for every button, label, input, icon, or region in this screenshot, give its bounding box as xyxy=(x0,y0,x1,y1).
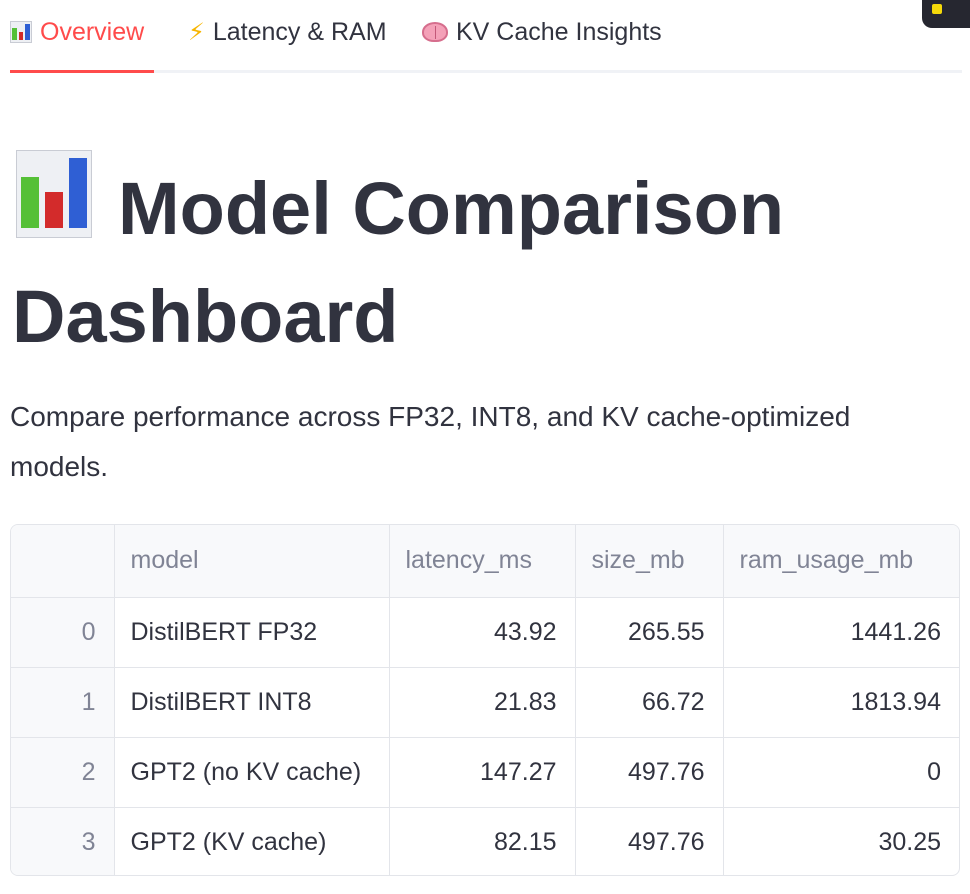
tab-label: Overview xyxy=(40,17,145,46)
table-row: 3 GPT2 (KV cache) 82.15 497.76 30.25 xyxy=(11,807,959,875)
column-header-index[interactable] xyxy=(11,525,115,598)
bar-chart-icon xyxy=(10,21,32,43)
cell-latency[interactable]: 21.83 xyxy=(389,667,576,738)
column-header-size[interactable]: size_mb xyxy=(575,525,724,598)
table-header-row: model latency_ms size_mb ram_usage_mb xyxy=(11,525,959,598)
cell-model[interactable]: DistilBERT FP32 xyxy=(114,597,390,668)
row-index: 2 xyxy=(11,737,115,808)
tab-label: Latency & RAM xyxy=(212,17,387,46)
row-index: 3 xyxy=(11,807,115,875)
cell-ram[interactable]: 1813.94 xyxy=(723,667,959,738)
cell-latency[interactable]: 43.92 xyxy=(389,597,576,668)
dataframe[interactable]: model latency_ms size_mb ram_usage_mb 0 … xyxy=(10,524,960,876)
cell-model[interactable]: GPT2 (no KV cache) xyxy=(114,737,390,808)
page-title: Model Comparison Dashboard xyxy=(12,150,952,371)
column-header-latency[interactable]: latency_ms xyxy=(389,525,576,598)
tab-kv-cache-insights[interactable]: KV Cache Insights xyxy=(422,0,662,64)
tab-overview[interactable]: Overview xyxy=(10,0,144,64)
cell-latency[interactable]: 82.15 xyxy=(389,807,576,875)
cell-size[interactable]: 265.55 xyxy=(575,597,724,668)
cell-ram[interactable]: 30.25 xyxy=(723,807,959,875)
cell-latency[interactable]: 147.27 xyxy=(389,737,576,808)
row-index: 0 xyxy=(11,597,115,668)
active-tab-indicator xyxy=(10,70,154,73)
cell-ram[interactable]: 1441.26 xyxy=(723,597,959,668)
column-header-ram[interactable]: ram_usage_mb xyxy=(723,525,959,598)
cell-model[interactable]: DistilBERT INT8 xyxy=(114,667,390,738)
lightning-bolt-icon: ⚡ xyxy=(188,18,205,46)
cell-model[interactable]: GPT2 (KV cache) xyxy=(114,807,390,875)
cell-ram[interactable]: 0 xyxy=(723,737,959,808)
cell-size[interactable]: 497.76 xyxy=(575,807,724,875)
tab-latency-ram[interactable]: ⚡ Latency & RAM xyxy=(188,0,387,64)
comparison-table: model latency_ms size_mb ram_usage_mb 0 … xyxy=(11,525,959,875)
row-index: 1 xyxy=(11,667,115,738)
cell-size[interactable]: 497.76 xyxy=(575,737,724,808)
table-row: 0 DistilBERT FP32 43.92 265.55 1441.26 xyxy=(11,597,959,668)
cell-size[interactable]: 66.72 xyxy=(575,667,724,738)
tab-bar: Overview ⚡ Latency & RAM KV Cache Insigh… xyxy=(10,0,962,74)
column-header-model[interactable]: model xyxy=(114,525,390,598)
brain-icon xyxy=(422,22,448,42)
page-subtitle: Compare performance across FP32, INT8, a… xyxy=(10,401,851,482)
page-title-text: Model Comparison Dashboard xyxy=(12,167,785,358)
bar-chart-icon xyxy=(16,150,92,238)
table-row: 2 GPT2 (no KV cache) 147.27 497.76 0 xyxy=(11,737,959,808)
table-row: 1 DistilBERT INT8 21.83 66.72 1813.94 xyxy=(11,667,959,738)
tab-label: KV Cache Insights xyxy=(456,17,662,46)
